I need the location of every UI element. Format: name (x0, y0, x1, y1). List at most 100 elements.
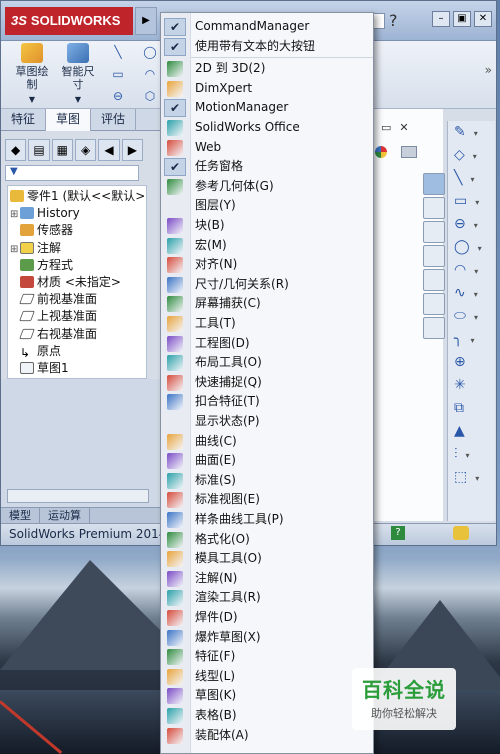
close-icon[interactable]: ✕ (399, 121, 408, 134)
tree-item-sketch1[interactable]: 草图1 (10, 360, 146, 377)
chevron-down-icon[interactable]: ▼ (57, 93, 99, 106)
tab-sketch[interactable]: 草图 (46, 109, 92, 131)
slot-tool-icon[interactable]: ⊖ (107, 89, 129, 105)
tree-item-front-plane[interactable]: 前视基准面 (10, 291, 146, 308)
arc-tool-icon[interactable]: ◠ (139, 67, 161, 83)
menu-item[interactable]: 对齐(N) (161, 255, 373, 275)
tree-item-top-plane[interactable]: 上视基准面 (10, 308, 146, 325)
menu-item[interactable]: 模具工具(O) (161, 549, 373, 569)
menu-item[interactable]: 表格(B) (161, 706, 373, 726)
slot-tool-icon[interactable]: ⊖ ▾ (448, 213, 494, 236)
menu-item[interactable]: 标准视图(E) (161, 490, 373, 510)
scroll-right-icon[interactable]: ▶ (121, 139, 143, 161)
view-palette-icon[interactable] (423, 269, 445, 291)
menu-item[interactable]: 爆炸草图(X) (161, 628, 373, 648)
expand-icon[interactable]: ⊞ (10, 206, 20, 223)
tree-root[interactable]: 零件1 (默认<<默认> (10, 188, 146, 205)
line-tool-icon[interactable]: ╲ (107, 45, 129, 61)
menu-item[interactable]: 参考几何体(G) (161, 177, 373, 197)
rectangle-tool-icon[interactable]: ▭ ▾ (448, 190, 494, 213)
menu-item[interactable]: 标准(S) (161, 471, 373, 491)
chevron-down-icon[interactable]: ▼ (11, 93, 53, 106)
close-button[interactable]: ✕ (474, 11, 492, 27)
tab-motion-study[interactable]: 运动算 (40, 508, 90, 523)
tree-item-origin[interactable]: ↳ 原点 (10, 343, 146, 360)
polygon-tool-icon[interactable]: ⬡ (139, 89, 161, 105)
tree-item-sensors[interactable]: 传感器 (10, 222, 146, 239)
plane-tool-icon[interactable]: ⊕ (448, 351, 494, 374)
arc-tool-icon[interactable]: ◠ ▾ (448, 259, 494, 282)
menu-item[interactable]: 块(B) (161, 216, 373, 236)
menu-item[interactable]: ✔ 任务窗格 (161, 157, 373, 177)
smart-dimension-icon[interactable]: ◇ ▾ (448, 144, 494, 167)
tree-item-annotations[interactable]: ⊞ 注解 (10, 240, 146, 257)
ellipse-tool-icon[interactable]: ⬭ ▾ (448, 305, 494, 328)
trim-tool-icon[interactable]: ▲ (448, 420, 494, 443)
menu-item[interactable]: 格式化(O) (161, 530, 373, 550)
resources-icon[interactable] (423, 173, 445, 195)
menu-item[interactable]: 工具(T) (161, 314, 373, 334)
custom-properties-icon[interactable] (423, 317, 445, 339)
menu-item[interactable]: DimXpert (161, 79, 373, 99)
menu-item[interactable]: 尺寸/几何关系(R) (161, 275, 373, 295)
circle-tool-icon[interactable]: ◯ (139, 45, 161, 61)
menu-item[interactable]: 焊件(D) (161, 608, 373, 628)
tag-icon[interactable] (453, 526, 469, 540)
tree-item-right-plane[interactable]: 右视基准面 (10, 326, 146, 343)
help-status-icon[interactable]: ? (391, 526, 405, 540)
restore-icon[interactable]: ▭ (381, 121, 391, 134)
menu-item[interactable]: Web (161, 138, 373, 158)
tab-model[interactable]: 模型 (1, 508, 40, 523)
scroll-left-icon[interactable]: ◀ (98, 139, 120, 161)
configuration-manager-icon[interactable]: ▦ (51, 139, 73, 161)
display-icon[interactable] (401, 146, 417, 158)
solidworks-logo[interactable]: 3S SOLIDWORKS (5, 7, 133, 35)
menu-item[interactable]: 线型(L) (161, 667, 373, 687)
pattern-tool-icon[interactable]: ⬚ ▾ (448, 466, 494, 489)
help-icon[interactable]: ? (389, 11, 398, 30)
menu-item[interactable]: 显示状态(P) (161, 412, 373, 432)
sketch-tool-icon[interactable]: ✎ ▾ (448, 121, 494, 144)
feature-manager-icon[interactable]: ◆ (5, 139, 27, 161)
menu-arrow-button[interactable]: ▶ (135, 7, 157, 35)
menu-item[interactable]: 草图(K) (161, 686, 373, 706)
menu-item[interactable]: 曲面(E) (161, 451, 373, 471)
menu-item[interactable]: 渲染工具(R) (161, 588, 373, 608)
menu-item[interactable]: 快速捕捉(Q) (161, 373, 373, 393)
menu-item[interactable]: 曲线(C) (161, 432, 373, 452)
tree-item-material[interactable]: 材质 <未指定> (10, 274, 146, 291)
home-icon[interactable] (423, 197, 445, 219)
menu-item[interactable]: 屏幕捕获(C) (161, 294, 373, 314)
tree-item-history[interactable]: ⊞ History (10, 205, 146, 222)
menu-item[interactable]: 样条曲线工具(P) (161, 510, 373, 530)
horizontal-scrollbar[interactable] (7, 489, 149, 503)
menu-item[interactable]: 2D 到 3D(2) (161, 59, 373, 79)
tree-item-equations[interactable]: 方程式 (10, 257, 146, 274)
ribbon-scroll-icon[interactable]: » (485, 63, 492, 77)
spline-tool-icon[interactable]: ∿ ▾ (448, 282, 494, 305)
menu-item[interactable]: ✔ 使用带有文本的大按钮 (161, 37, 373, 57)
line-tool-icon[interactable]: ╲ ▾ (448, 167, 494, 190)
menu-item[interactable]: SolidWorks Office (161, 118, 373, 138)
menu-item[interactable]: 装配体(A) (161, 726, 373, 746)
menu-item[interactable]: ✔ CommandManager (161, 17, 373, 37)
restore-button[interactable]: ▣ (453, 11, 471, 27)
appearance-icon[interactable] (375, 146, 387, 158)
menu-item[interactable]: 宏(M) (161, 236, 373, 256)
tab-features[interactable]: 特征 (1, 109, 47, 131)
sketch-button[interactable]: 草图绘制 ▼ (11, 43, 53, 106)
text-tool-icon[interactable]: ⧉ (448, 397, 494, 420)
menu-item[interactable]: 注解(N) (161, 569, 373, 589)
circle-tool-icon[interactable]: ◯ ▾ (448, 236, 494, 259)
smart-dimension-button[interactable]: 智能尺寸 ▼ (57, 43, 99, 106)
appearances-icon[interactable] (423, 293, 445, 315)
menu-item[interactable]: ✔ MotionManager (161, 98, 373, 118)
menu-item[interactable]: 特征(F) (161, 647, 373, 667)
design-library-icon[interactable] (423, 221, 445, 243)
minimize-button[interactable]: – (432, 11, 450, 27)
filter-icon[interactable]: ▼ (5, 165, 139, 181)
menu-item[interactable]: 图层(Y) (161, 196, 373, 216)
dimxpert-manager-icon[interactable]: ◈ (74, 139, 97, 161)
menu-item[interactable]: 扣合特征(T) (161, 392, 373, 412)
fillet-tool-icon[interactable]: ╮ ▾ (448, 328, 494, 351)
